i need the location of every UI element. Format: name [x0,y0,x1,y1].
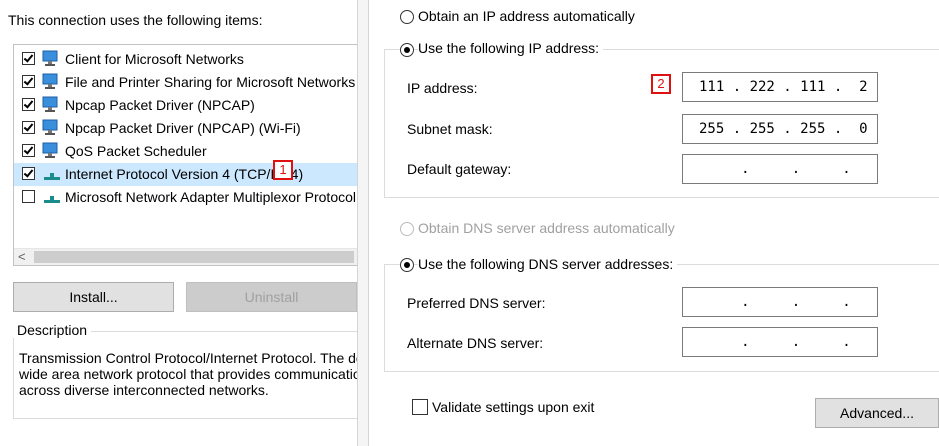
obtain-ip-auto-radio[interactable] [400,10,414,24]
use-following-ip-radio[interactable] [400,43,414,57]
list-item-client-networks[interactable]: Client for Microsoft Networks [14,48,357,71]
subnet-mask-label: Subnet mask: [407,121,493,137]
list-item-npcap[interactable]: Npcap Packet Driver (NPCAP) [14,94,357,117]
checkmark-icon [23,75,34,86]
network-service-icon [42,96,58,112]
radio-selected-dot [404,47,410,53]
validate-settings-label[interactable]: Validate settings upon exit [432,399,594,415]
panel-divider [357,0,369,446]
preferred-dns-label: Preferred DNS server: [407,295,546,311]
checkbox-ipv4[interactable] [22,167,35,180]
radio-selected-dot [404,262,410,268]
checkmark-icon [23,121,34,132]
checkbox-qos-scheduler[interactable] [22,144,35,157]
list-item-label: Npcap Packet Driver (NPCAP) (Wi-Fi) [65,120,301,136]
checkmark-icon [23,98,34,109]
checkbox-multiplexor[interactable] [22,190,35,203]
list-item-label: Internet Protocol Version 4 (TCP/IPv4) [65,166,304,182]
preferred-dns-field[interactable]: . . . [682,287,878,317]
checkbox-file-printer-sharing[interactable] [22,75,35,88]
list-item-label: Npcap Packet Driver (NPCAP) [65,97,255,113]
list-item-multiplexor[interactable]: Microsoft Network Adapter Multiplexor Pr… [14,186,357,209]
list-item-label: Client for Microsoft Networks [65,51,244,67]
use-following-dns-label[interactable]: Use the following DNS server addresses: [418,256,678,272]
use-following-ip-label[interactable]: Use the following IP address: [418,40,604,56]
list-item-qos-scheduler[interactable]: QoS Packet Scheduler [14,140,357,163]
default-gateway-label: Default gateway: [407,161,512,177]
checkbox-npcap-wifi[interactable] [22,121,35,134]
list-item-ipv4[interactable]: Internet Protocol Version 4 (TCP/IPv4) [14,163,357,186]
obtain-dns-auto-radio[interactable] [400,222,414,236]
description-text: Transmission Control Protocol/Internet P… [19,350,357,398]
network-service-icon [42,142,58,158]
connection-items-list[interactable]: Client for Microsoft Networks File and P… [13,44,357,266]
list-item-npcap-wifi[interactable]: Npcap Packet Driver (NPCAP) (Wi-Fi) [14,117,357,140]
subnet-mask-field[interactable]: 255 . 255 . 255 . 0 [682,114,878,144]
list-item-label: Microsoft Network Adapter Multiplexor Pr… [65,189,356,205]
network-client-icon [42,50,58,66]
install-button[interactable]: Install... [13,282,174,312]
uninstall-button[interactable]: Uninstall [186,282,357,312]
list-item-label: QoS Packet Scheduler [65,143,207,159]
validate-settings-checkbox[interactable] [412,399,428,415]
horizontal-scrollbar[interactable]: < [14,248,357,265]
list-item-label: File and Printer Sharing for Microsoft N… [65,74,356,90]
connection-items-label: This connection uses the following items… [8,12,263,28]
list-item-file-printer-sharing[interactable]: File and Printer Sharing for Microsoft N… [14,71,357,94]
scroll-left-arrow-icon[interactable]: < [18,249,26,264]
alternate-dns-field[interactable]: . . . [682,327,878,357]
default-gateway-field[interactable]: . . . [682,154,878,184]
checkbox-npcap[interactable] [22,98,35,111]
ipv4-properties-panel: Obtain an IP address automatically Use t… [369,0,939,446]
annotation-badge-2: 2 [651,74,671,94]
network-service-icon [42,119,58,135]
network-service-icon [42,73,58,89]
description-title: Description [13,322,92,338]
use-following-dns-radio[interactable] [400,258,414,272]
connection-properties-panel: This connection uses the following items… [0,0,357,446]
ip-address-field[interactable]: 111 . 222 . 111 . 2 [682,72,878,102]
alternate-dns-label: Alternate DNS server: [407,335,544,351]
obtain-dns-auto-label[interactable]: Obtain DNS server address automatically [418,220,675,236]
scrollbar-thumb[interactable] [34,251,354,263]
checkmark-icon [23,52,34,63]
annotation-badge-1: 1 [273,160,293,180]
protocol-icon [44,196,60,203]
advanced-button[interactable]: Advanced... [815,398,939,428]
checkmark-icon [23,167,34,178]
protocol-icon [44,173,60,180]
checkbox-client-networks[interactable] [22,52,35,65]
obtain-ip-auto-label[interactable]: Obtain an IP address automatically [418,8,635,24]
checkmark-icon [23,144,34,155]
ip-address-label: IP address: [407,80,478,96]
